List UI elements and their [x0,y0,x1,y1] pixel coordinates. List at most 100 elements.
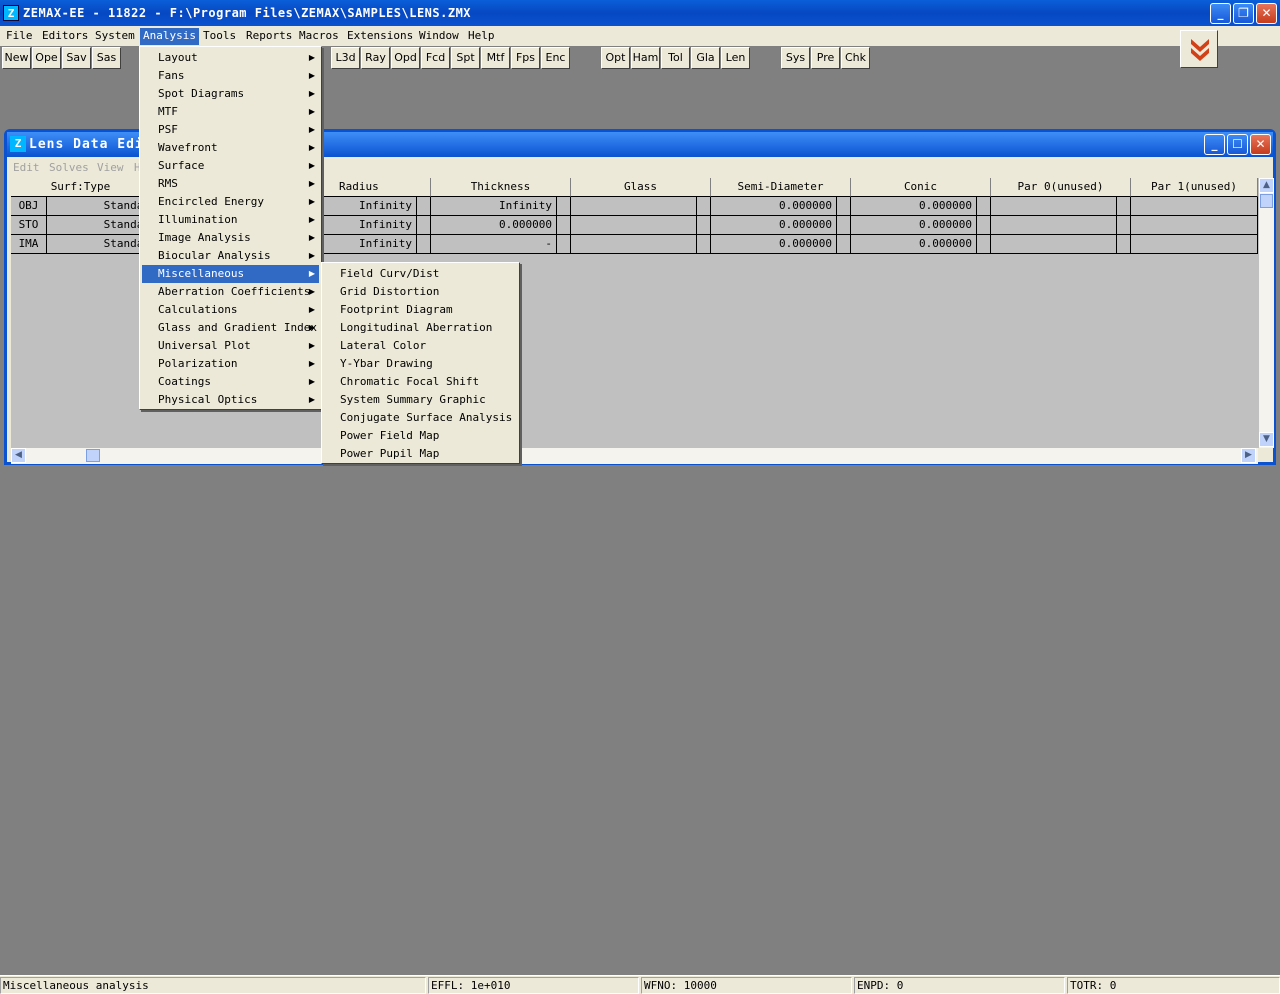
menu-item-layout[interactable]: Layout ▶ [142,49,319,67]
semi-diameter-cell[interactable]: 0.000000 [711,197,837,216]
toolbar-spt-button[interactable]: Spt [451,47,480,69]
menu-analysis[interactable]: Analysis [140,28,199,45]
menu-item-miscellaneous[interactable]: Miscellaneous ▶ [142,265,319,283]
toolbar-pre-button[interactable]: Pre [811,47,840,69]
thickness-cell[interactable]: 0.000000 [431,216,557,235]
glass-solve-cell[interactable] [697,235,711,254]
thickness-solve-cell[interactable] [557,216,571,235]
conic-cell[interactable]: 0.000000 [851,235,977,254]
scroll-up-icon[interactable]: ▲ [1259,178,1274,193]
conic-solve-cell[interactable] [977,235,991,254]
submenu-item-y-ybar-drawing[interactable]: Y-Ybar Drawing [324,355,517,373]
scroll-down-icon[interactable]: ▼ [1259,432,1274,447]
menu-item-fans[interactable]: Fans ▶ [142,67,319,85]
par0-solve-cell[interactable] [1117,216,1131,235]
editor-minimize-button[interactable]: _ [1204,134,1225,155]
surface-number-cell[interactable]: OBJ [11,197,47,216]
toolbar-tol-button[interactable]: Tol [661,47,690,69]
column-header-conic[interactable]: Conic [851,178,991,197]
column-header-surf-type[interactable]: Surf:Type [11,178,151,197]
conic-solve-cell[interactable] [977,216,991,235]
submenu-item-power-pupil-map[interactable]: Power Pupil Map [324,445,517,463]
toolbar-mtf-button[interactable]: Mtf [481,47,510,69]
conic-cell[interactable]: 0.000000 [851,197,977,216]
toolbar-chk-button[interactable]: Chk [841,47,870,69]
submenu-item-system-summary-graphic[interactable]: System Summary Graphic [324,391,517,409]
toolbar-opd-button[interactable]: Opd [391,47,420,69]
toolbar-l3d-button[interactable]: L3d [331,47,360,69]
menu-system[interactable]: System [92,28,138,45]
double-chevron-down-button[interactable] [1180,30,1218,68]
menu-editors[interactable]: Editors [39,28,91,45]
editor-menu-solves[interactable]: Solves [49,161,89,174]
menu-window[interactable]: Window [416,28,462,45]
submenu-item-footprint-diagram[interactable]: Footprint Diagram [324,301,517,319]
semi-diameter-solve-cell[interactable] [837,216,851,235]
toolbar-saveas-button[interactable]: Sas [92,47,121,69]
surface-number-cell[interactable]: STO [11,216,47,235]
editor-vertical-scrollbar[interactable]: ▲ ▼ [1258,178,1274,448]
menu-item-psf[interactable]: PSF ▶ [142,121,319,139]
menu-item-spot-diagrams[interactable]: Spot Diagrams ▶ [142,85,319,103]
conic-cell[interactable]: 0.000000 [851,216,977,235]
column-header-thickness[interactable]: Thickness [431,178,571,197]
menu-item-surface[interactable]: Surface ▶ [142,157,319,175]
toolbar-new-button[interactable]: New [2,47,31,69]
menu-item-aberration-coefficients[interactable]: Aberration Coefficients ▶ [142,283,319,301]
column-header-par1[interactable]: Par 1(unused) [1131,178,1258,197]
par0-cell[interactable] [991,235,1117,254]
toolbar-ham-button[interactable]: Ham [631,47,660,69]
restore-button[interactable]: ❐ [1233,3,1254,24]
close-button[interactable]: ✕ [1256,3,1277,24]
toolbar-gla-button[interactable]: Gla [691,47,720,69]
column-header-par0[interactable]: Par 0(unused) [991,178,1131,197]
menu-item-polarization[interactable]: Polarization ▶ [142,355,319,373]
semi-diameter-cell[interactable]: 0.000000 [711,216,837,235]
editor-menu-view[interactable]: View [97,161,124,174]
scroll-right-icon[interactable]: ▶ [1241,448,1256,463]
glass-solve-cell[interactable] [697,197,711,216]
par1-cell[interactable] [1131,197,1258,216]
par0-cell[interactable] [991,197,1117,216]
par1-cell[interactable] [1131,216,1258,235]
semi-diameter-solve-cell[interactable] [837,235,851,254]
menu-help[interactable]: Help [465,28,498,45]
submenu-item-longitudinal-aberration[interactable]: Longitudinal Aberration [324,319,517,337]
menu-item-illumination[interactable]: Illumination ▶ [142,211,319,229]
toolbar-fps-button[interactable]: Fps [511,47,540,69]
column-header-semi-diameter[interactable]: Semi-Diameter [711,178,851,197]
par0-solve-cell[interactable] [1117,235,1131,254]
semi-diameter-cell[interactable]: 0.000000 [711,235,837,254]
thickness-cell[interactable]: - [431,235,557,254]
conic-solve-cell[interactable] [977,197,991,216]
submenu-item-field-curv-dist[interactable]: Field Curv/Dist [324,265,517,283]
menu-item-wavefront[interactable]: Wavefront ▶ [142,139,319,157]
submenu-item-conjugate-surface-analysis[interactable]: Conjugate Surface Analysis [324,409,517,427]
menu-item-glass-gradient-index[interactable]: Glass and Gradient Index ▶ [142,319,319,337]
surface-type-cell[interactable]: Standar [47,235,151,254]
editor-horizontal-scrollbar[interactable]: ◀ ▶ [11,448,1258,464]
surface-type-cell[interactable]: Standar [47,197,151,216]
toolbar-sys-button[interactable]: Sys [781,47,810,69]
vertical-scroll-thumb[interactable] [1260,194,1273,208]
toolbar-enc-button[interactable]: Enc [541,47,570,69]
menu-macros[interactable]: Macros [296,28,342,45]
toolbar-fcd-button[interactable]: Fcd [421,47,450,69]
glass-solve-cell[interactable] [697,216,711,235]
menu-tools[interactable]: Tools [200,28,239,45]
toolbar-open-button[interactable]: Ope [32,47,61,69]
surface-number-cell[interactable]: IMA [11,235,47,254]
par1-cell[interactable] [1131,235,1258,254]
submenu-item-lateral-color[interactable]: Lateral Color [324,337,517,355]
surface-type-cell[interactable]: Standar [47,216,151,235]
glass-cell[interactable] [571,216,697,235]
menu-file[interactable]: File [3,28,36,45]
column-header-glass[interactable]: Glass [571,178,711,197]
menu-item-biocular-analysis[interactable]: Biocular Analysis ▶ [142,247,319,265]
menu-item-encircled-energy[interactable]: Encircled Energy ▶ [142,193,319,211]
glass-cell[interactable] [571,235,697,254]
editor-close-button[interactable]: ✕ [1250,134,1271,155]
thickness-solve-cell[interactable] [557,197,571,216]
menu-item-rms[interactable]: RMS ▶ [142,175,319,193]
menu-item-image-analysis[interactable]: Image Analysis ▶ [142,229,319,247]
